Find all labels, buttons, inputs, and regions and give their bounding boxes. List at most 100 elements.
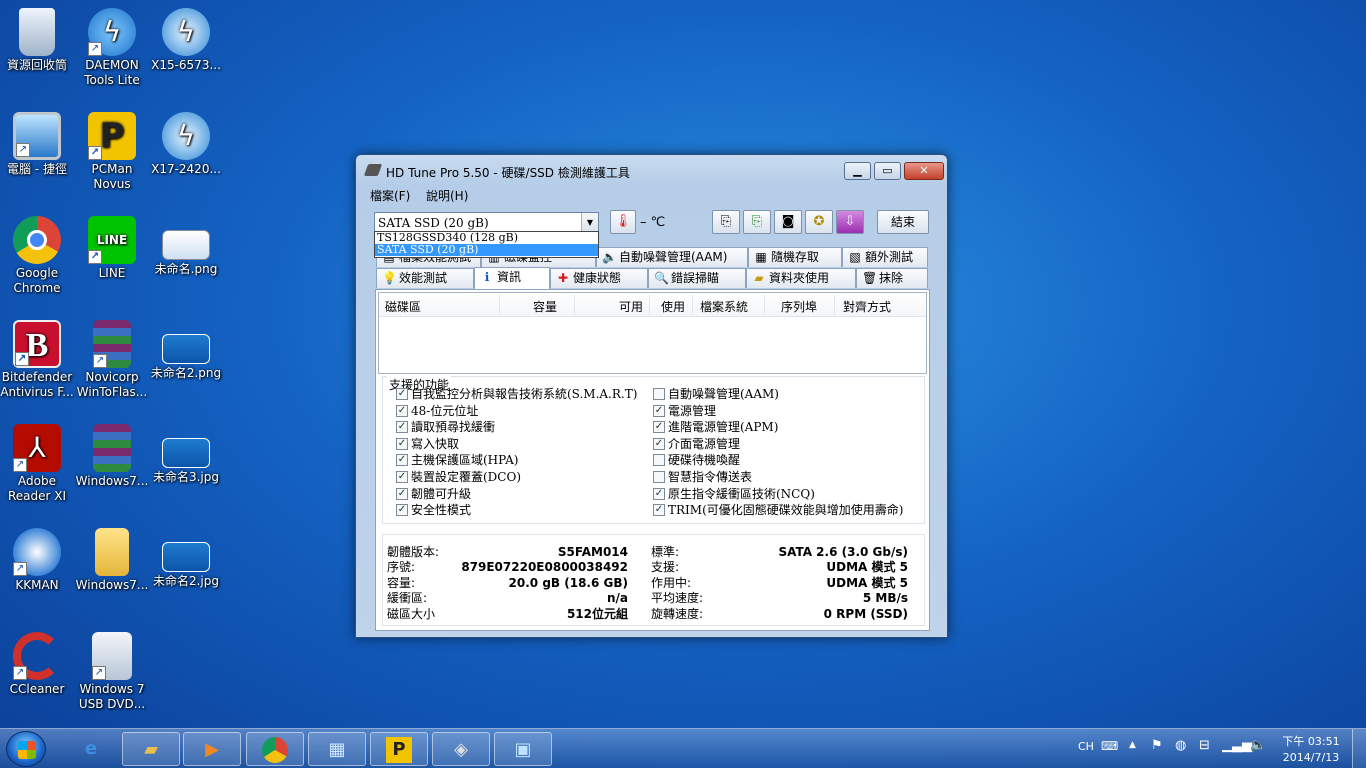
desktop-icon-jpg3[interactable]: 未命名3.jpg	[149, 424, 223, 485]
volume-icon[interactable]: 🔈	[1250, 738, 1266, 768]
copy-green-icon[interactable]: ⎘	[743, 210, 771, 234]
feature-checkbox[interactable]: 硬碟待機喚醒	[653, 453, 740, 469]
chevron-down-icon[interactable]: ▼	[581, 213, 598, 233]
keyboard-icon[interactable]: ⌨	[1101, 739, 1118, 768]
language-indicator[interactable]: CH	[1078, 740, 1094, 768]
desktop-icon-daemon-tools[interactable]: ϟ ↗ DAEMON Tools Lite	[75, 8, 149, 88]
usb-device-icon[interactable]: ⊟	[1199, 738, 1210, 768]
media-player-icon[interactable]: ▶	[183, 732, 241, 766]
feature-checkbox[interactable]: ✓ TRIM(可優化固態硬碟效能與增加使用壽命)	[653, 503, 903, 519]
desktop-icon-kkman[interactable]: ↗ KKMAN	[0, 528, 74, 593]
start-button[interactable]	[6, 731, 46, 767]
checkbox-checked-icon[interactable]: ✓	[396, 437, 408, 450]
tab-random-access[interactable]: ▦ 隨機存取	[748, 247, 842, 267]
show-desktop-button[interactable]	[1352, 729, 1366, 768]
exit-button[interactable]: 結束	[877, 210, 929, 234]
close-button[interactable]: ✕	[904, 162, 944, 180]
explorer-icon[interactable]: ▰	[122, 732, 180, 766]
checkbox-checked-icon[interactable]: ✓	[396, 404, 408, 417]
desktop-icon-recycle-bin[interactable]: 資源回收筒	[0, 8, 74, 73]
action-center-flag-icon[interactable]: ⚑	[1151, 738, 1163, 768]
desktop-icon-jpg2[interactable]: 未命名2.jpg	[149, 528, 223, 589]
checkbox-checked-icon[interactable]: ✓	[396, 504, 408, 517]
checkbox-unchecked-icon[interactable]	[653, 454, 665, 467]
tab-benchmark[interactable]: 💡 效能測試	[376, 268, 474, 288]
hdtune-taskbar-icon[interactable]: ◈	[432, 732, 490, 766]
checkbox-checked-icon[interactable]: ✓	[653, 404, 665, 417]
feature-checkbox[interactable]: ✓ 自我監控分析與報告技術系統(S.M.A.R.T)	[396, 387, 637, 403]
column-port[interactable]: 序列埠	[781, 298, 817, 315]
signal-icon[interactable]: ▁▃▅	[1222, 738, 1252, 768]
desktop-icon-win7-usb-dvd[interactable]: ↗ Windows 7 USB DVD...	[75, 632, 149, 712]
desktop-icon-windows7-rar[interactable]: Windows7...	[75, 424, 149, 489]
desktop-icon-bitdefender[interactable]: B ↗ Bitdefender Antivirus F...	[0, 320, 74, 400]
partition-list[interactable]: 磁碟區 容量 可用 使用 檔案系統 序列埠 對齊方式	[378, 292, 927, 374]
checkbox-unchecked-icon[interactable]	[653, 471, 665, 483]
checkbox-checked-icon[interactable]: ✓	[396, 421, 408, 434]
image-viewer-icon[interactable]: ▣	[494, 732, 552, 766]
show-hidden-icons-icon[interactable]: ▲	[1129, 740, 1136, 768]
control-panel-icon[interactable]: ▦	[308, 732, 366, 766]
menu-help[interactable]: 說明(H)	[426, 187, 468, 204]
tab-erase[interactable]: 🗑 抹除	[856, 268, 928, 288]
feature-checkbox[interactable]: ✓ 裝置設定覆蓋(DCO)	[396, 470, 521, 486]
column-capacity[interactable]: 容量	[533, 298, 557, 315]
download-icon[interactable]: ⇩	[836, 210, 864, 234]
desktop-icon-computer[interactable]: ↗ 電腦 - 捷徑	[0, 112, 74, 177]
column-free[interactable]: 可用	[619, 298, 643, 315]
feature-checkbox[interactable]: 自動噪聲管理(AAM)	[653, 387, 779, 403]
checkbox-checked-icon[interactable]: ✓	[653, 421, 665, 434]
feature-checkbox[interactable]: ✓ 原生指令緩衝區技術(NCQ)	[653, 487, 815, 503]
checkbox-checked-icon[interactable]: ✓	[396, 471, 408, 483]
desktop-icon-x17[interactable]: ϟ X17-2420...	[149, 112, 223, 177]
desktop-icon-novicorp[interactable]: ↗ Novicorp WinToFlas...	[75, 320, 149, 400]
column-filesystem[interactable]: 檔案系統	[700, 298, 748, 315]
feature-checkbox[interactable]: ✓ 進階電源管理(APM)	[653, 420, 778, 436]
tab-extra-tests[interactable]: ▧ 額外測試	[842, 247, 928, 267]
desktop-icon-pcman[interactable]: P ↗ PCMan Novus	[75, 112, 149, 192]
clock-date[interactable]: 2014/7/13	[1281, 751, 1341, 768]
feature-checkbox[interactable]: ✓ 寫入快取	[396, 437, 459, 453]
desktop-icon-windows7-folder[interactable]: Windows7...	[75, 528, 149, 593]
tab-error-scan[interactable]: 🔍 錯誤掃瞄	[648, 268, 746, 288]
chrome-taskbar-icon[interactable]	[246, 732, 304, 766]
tab-info[interactable]: ℹ 資訊	[474, 267, 550, 289]
desktop-icon-chrome[interactable]: Google Chrome	[0, 216, 74, 296]
maximize-button[interactable]: ▭	[874, 162, 901, 180]
desktop-icon-ccleaner[interactable]: ↗ CCleaner	[0, 632, 74, 697]
camera-icon[interactable]: ◙	[774, 210, 802, 234]
minimize-button[interactable]: ▁	[844, 162, 871, 180]
tab-aam[interactable]: 🔈 自動噪聲管理(AAM)	[596, 247, 748, 267]
checkbox-checked-icon[interactable]: ✓	[396, 454, 408, 467]
copy-info-icon[interactable]: ⎘	[712, 210, 740, 234]
feature-checkbox[interactable]: ✓ 電源管理	[653, 404, 716, 420]
feature-checkbox[interactable]: ✓ 48-位元位址	[396, 404, 478, 420]
desktop-icon-line[interactable]: LINE ↗ LINE	[75, 216, 149, 281]
menu-file[interactable]: 檔案(F)	[370, 187, 410, 204]
checkbox-checked-icon[interactable]: ✓	[396, 388, 408, 400]
feature-checkbox[interactable]: ✓ 讀取預尋找緩衝	[396, 420, 495, 436]
tab-health[interactable]: ✚ 健康狀態	[550, 268, 648, 288]
feature-checkbox[interactable]: ✓ 主機保護區域(HPA)	[396, 453, 518, 469]
column-volume[interactable]: 磁碟區	[385, 298, 421, 315]
drive-dropdown-list[interactable]: TS128GSSD340 (128 gB) SATA SSD (20 gB)	[374, 231, 599, 258]
pcman-taskbar-icon[interactable]: P	[370, 732, 428, 766]
desktop-icon-png2[interactable]: 未命名2.png	[149, 320, 223, 381]
title-bar[interactable]: HD Tune Pro 5.50 - 硬碟/SSD 檢測維護工具 ▁ ▭ ✕	[356, 155, 947, 186]
checkbox-unchecked-icon[interactable]	[653, 388, 665, 400]
feature-checkbox[interactable]: ✓ 介面電源管理	[653, 437, 740, 453]
column-alignment[interactable]: 對齊方式	[843, 298, 891, 315]
checkbox-checked-icon[interactable]: ✓	[653, 437, 665, 450]
feature-checkbox[interactable]: 智慧指令傳送表	[653, 470, 752, 486]
column-used[interactable]: 使用	[661, 298, 685, 315]
options-icon[interactable]: ✪	[805, 210, 833, 234]
feature-checkbox[interactable]: ✓ 韌體可升級	[396, 487, 471, 503]
desktop-icon-adobe-reader[interactable]: ⅄ ↗ Adobe Reader XI	[0, 424, 74, 504]
ie-icon[interactable]: e	[62, 732, 120, 766]
checkbox-checked-icon[interactable]: ✓	[653, 504, 665, 517]
tab-folder-usage[interactable]: ▰ 資料夾使用	[746, 268, 856, 288]
desktop-icon-png1[interactable]: 未命名.png	[149, 216, 223, 277]
feature-checkbox[interactable]: ✓ 安全性模式	[396, 503, 471, 519]
checkbox-checked-icon[interactable]: ✓	[396, 487, 408, 500]
network-globe-icon[interactable]: ◍	[1175, 738, 1186, 768]
